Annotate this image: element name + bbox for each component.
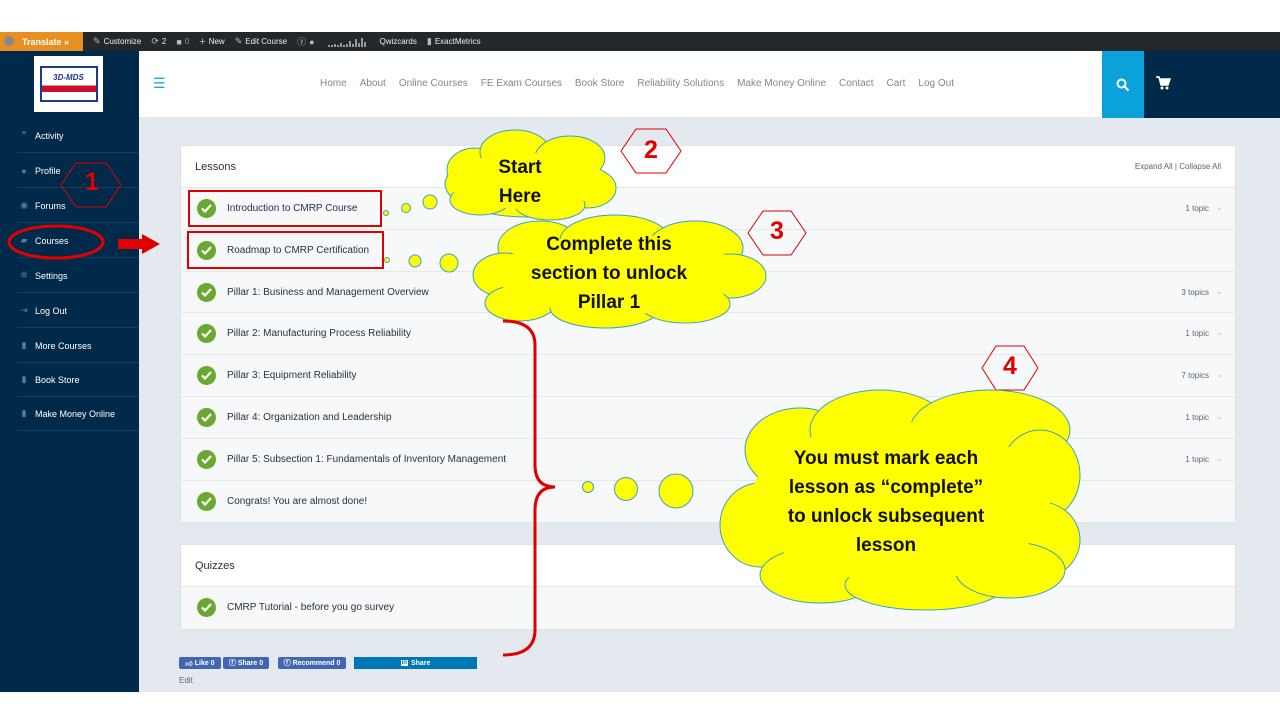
cloud-text-line: Pillar 1 xyxy=(577,292,641,313)
thought-bubble-dot xyxy=(383,210,389,216)
cloud-complete-text: Complete this section to unlock Pillar 1 xyxy=(498,230,720,317)
annotation-number-3: 3 xyxy=(770,217,784,245)
thought-bubble-dot xyxy=(408,254,422,268)
cloud-start-text: Start Here xyxy=(470,153,570,211)
annotation-shapes xyxy=(7,128,1081,657)
annotation-number-2: 2 xyxy=(644,136,658,164)
cloud-text-line: lesson as “complete” xyxy=(788,477,984,498)
thought-bubble-dot xyxy=(582,481,594,493)
cloud-text-line: section to unlock xyxy=(530,263,688,284)
cloud-text-line: Start xyxy=(498,157,542,178)
thought-bubble-dot xyxy=(658,473,694,509)
annotation-number-1: 1 xyxy=(85,168,99,196)
cloud-text-line: You must mark each xyxy=(793,448,979,469)
thought-bubble-dot xyxy=(401,203,411,213)
cloud-text-line: to unlock subsequent xyxy=(787,506,985,527)
courses-highlight-ellipse xyxy=(7,224,105,260)
thought-bubble-dot xyxy=(439,253,459,273)
annotation-number-4: 4 xyxy=(1003,352,1017,380)
cloud-mark-text: You must mark each lesson as “complete” … xyxy=(760,444,1012,560)
cloud-text-line: lesson xyxy=(855,535,917,556)
screenshot-canvas: Translate » ✎ Customize ⟳ 2 ■ 0 + New ✎ … xyxy=(0,0,1280,720)
thought-bubble-dot xyxy=(614,477,638,501)
cloud-text-line: Here xyxy=(498,186,542,207)
red-brace xyxy=(502,319,556,657)
red-arrow-icon xyxy=(118,234,160,254)
thought-bubble-dot xyxy=(384,257,390,263)
cloud-text-line: Complete this xyxy=(546,234,672,255)
thought-bubble-dot xyxy=(422,194,438,210)
